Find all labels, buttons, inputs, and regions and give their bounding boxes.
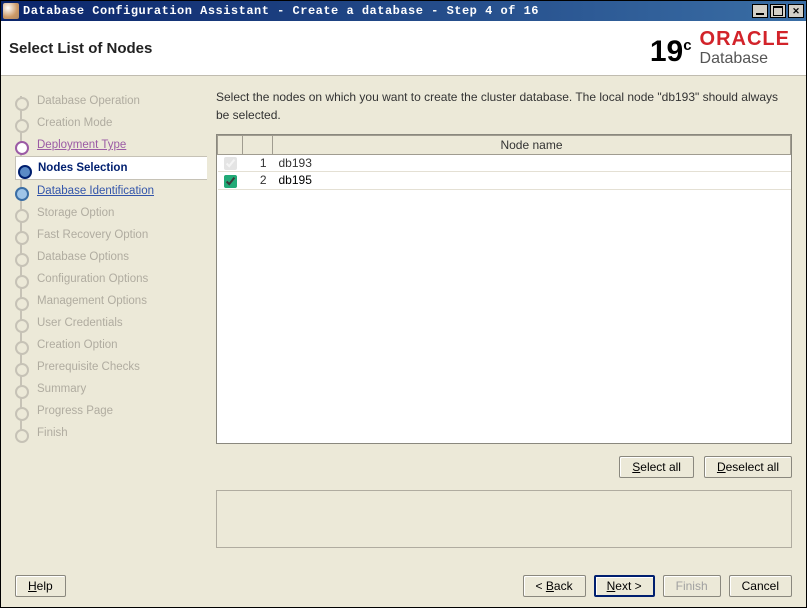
- sidebar-step-5: Storage Option: [15, 202, 200, 224]
- sidebar-step-13: Summary: [15, 378, 200, 400]
- message-area: [216, 490, 792, 548]
- node-number: 2: [243, 172, 273, 189]
- brand-version: 19c: [650, 37, 692, 67]
- oracle-logo-text: ORACLE: [700, 29, 790, 49]
- brand: 19c ORACLE Database: [650, 29, 790, 67]
- window-title: Database Configuration Assistant - Creat…: [23, 4, 752, 18]
- maximize-button[interactable]: [770, 4, 786, 18]
- sidebar-step-7: Database Options: [15, 246, 200, 268]
- sidebar-step-14: Progress Page: [15, 400, 200, 422]
- header: Select List of Nodes 19c ORACLE Database: [1, 21, 806, 76]
- sidebar-step-1: Creation Mode: [15, 112, 200, 134]
- help-button[interactable]: Help: [15, 575, 66, 597]
- page-title: Select List of Nodes: [9, 40, 152, 57]
- cancel-button[interactable]: Cancel: [729, 575, 792, 597]
- minimize-button[interactable]: [752, 4, 768, 18]
- node-name: db193: [273, 155, 791, 172]
- sidebar-step-15: Finish: [15, 422, 200, 444]
- app-icon: [3, 3, 19, 19]
- node-checkbox[interactable]: [224, 175, 237, 188]
- next-button[interactable]: Next >: [594, 575, 655, 597]
- node-row[interactable]: 2db195: [218, 172, 791, 189]
- main-panel: Select the nodes on which you want to cr…: [206, 76, 806, 567]
- deselect-all-button[interactable]: Deselect all: [704, 456, 792, 478]
- window: Database Configuration Assistant - Creat…: [0, 0, 807, 608]
- content: Database OperationCreation ModeDeploymen…: [1, 76, 806, 567]
- col-nodename: Node name: [273, 136, 791, 155]
- sidebar-step-4[interactable]: Database Identification: [15, 180, 200, 202]
- wizard-sidebar: Database OperationCreation ModeDeploymen…: [1, 76, 206, 567]
- sidebar-step-0: Database Operation: [15, 90, 200, 112]
- sidebar-step-10: User Credentials: [15, 312, 200, 334]
- close-button[interactable]: ✕: [788, 4, 804, 18]
- node-row[interactable]: 1db193: [218, 155, 791, 172]
- sidebar-step-8: Configuration Options: [15, 268, 200, 290]
- sidebar-step-12: Prerequisite Checks: [15, 356, 200, 378]
- nodes-table: Node name 1db1932db195: [216, 134, 792, 444]
- sidebar-step-9: Management Options: [15, 290, 200, 312]
- sidebar-step-3: Nodes Selection: [15, 156, 207, 180]
- select-all-button[interactable]: Select all: [619, 456, 694, 478]
- finish-button: Finish: [663, 575, 721, 597]
- sidebar-step-2[interactable]: Deployment Type: [15, 134, 200, 156]
- window-controls: ✕: [752, 4, 804, 18]
- titlebar[interactable]: Database Configuration Assistant - Creat…: [1, 1, 806, 21]
- node-number: 1: [243, 155, 273, 172]
- col-check: [218, 136, 243, 155]
- oracle-product-text: Database: [700, 51, 769, 67]
- node-checkbox: [224, 157, 237, 170]
- back-button[interactable]: < Back: [523, 575, 586, 597]
- node-name: db195: [273, 172, 791, 189]
- sidebar-step-11: Creation Option: [15, 334, 200, 356]
- col-num: [243, 136, 273, 155]
- instruction-text: Select the nodes on which you want to cr…: [216, 88, 792, 124]
- sidebar-step-6: Fast Recovery Option: [15, 224, 200, 246]
- footer: Help < Back Next > Finish Cancel: [1, 567, 806, 607]
